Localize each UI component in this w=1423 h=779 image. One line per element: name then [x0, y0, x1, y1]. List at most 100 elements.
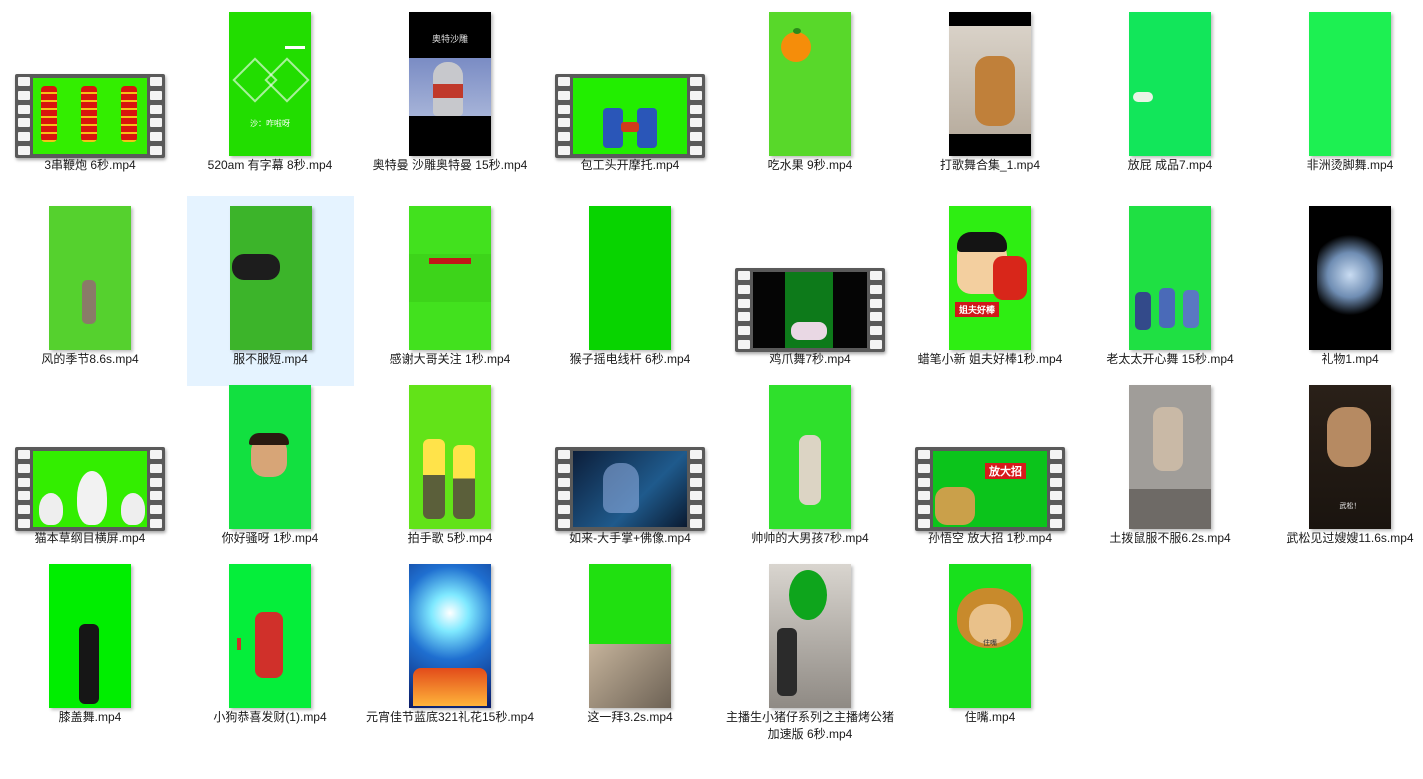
file-thumbnail: 姐夫好棒 [900, 200, 1080, 350]
file-name: 小狗恭喜发财(1).mp4 [213, 710, 327, 724]
file-name: 土拨鼠服不服6.2s.mp4 [1109, 531, 1231, 545]
caption-text: 放大招 [985, 463, 1026, 479]
file-thumbnail [0, 558, 180, 708]
film-strip-icon: 放大招 [915, 447, 1065, 531]
file-item[interactable]: 猫本草纲目横屏.mp4 [0, 375, 180, 565]
file-item[interactable]: 主播生小猪仔系列之主播烤公猪加速版 6秒.mp4 [720, 554, 900, 744]
file-item[interactable]: 吃水果 9秒.mp4 [720, 2, 900, 192]
file-thumbnail [360, 558, 540, 708]
file-item[interactable]: 土拨鼠服不服6.2s.mp4 [1080, 375, 1260, 565]
file-thumbnail [720, 6, 900, 156]
file-grid: 3串鞭炮 6秒.mp4 沙：咋啦呀 520am 有字幕 8秒.mp4 奥特沙雕 … [0, 0, 1423, 779]
file-thumbnail [180, 558, 360, 708]
file-name: 打歌舞合集_1.mp4 [939, 158, 1041, 172]
file-name: 元宵佳节蓝底321礼花15秒.mp4 [365, 710, 535, 724]
file-thumbnail [0, 6, 180, 158]
file-thumbnail [720, 200, 900, 352]
file-item[interactable]: 奥特沙雕 奥特曼 沙雕奥特曼 15秒.mp4 [360, 2, 540, 192]
file-name: 这一拜3.2s.mp4 [587, 710, 673, 724]
file-item[interactable]: 风的季节8.6s.mp4 [0, 196, 180, 386]
file-name: 老太太开心舞 15秒.mp4 [1106, 352, 1234, 366]
file-name: 如来-大手掌+佛像.mp4 [569, 531, 691, 545]
file-item[interactable]: 你好骚呀 1秒.mp4 [180, 375, 360, 565]
file-item[interactable]: 非洲烫脚舞.mp4 [1260, 2, 1423, 192]
file-thumbnail [0, 379, 180, 531]
file-thumbnail [540, 200, 720, 350]
file-name: 拍手歌 5秒.mp4 [407, 531, 493, 545]
file-thumbnail: 放大招 [900, 379, 1080, 531]
file-thumbnail [0, 200, 180, 350]
file-item[interactable]: 包工头开摩托.mp4 [540, 2, 720, 192]
file-name: 武松见过嫂嫂11.6s.mp4 [1286, 531, 1414, 545]
file-item[interactable]: 猴子摇电线杆 6秒.mp4 [540, 196, 720, 386]
file-name: 吃水果 9秒.mp4 [767, 158, 853, 172]
file-item[interactable]: 小狗恭喜发财(1).mp4 [180, 554, 360, 744]
file-item[interactable]: 如来-大手掌+佛像.mp4 [540, 375, 720, 565]
film-strip-icon [555, 447, 705, 531]
file-name: 猫本草纲目横屏.mp4 [34, 531, 146, 545]
file-name: 服不服短.mp4 [233, 352, 308, 366]
file-thumbnail [1080, 200, 1260, 350]
film-strip-icon [555, 74, 705, 158]
file-name: 蜡笔小新 姐夫好棒1秒.mp4 [917, 352, 1063, 366]
file-item[interactable]: 礼物1.mp4 [1260, 196, 1423, 386]
file-item[interactable]: 鸡爪舞7秒.mp4 [720, 196, 900, 386]
subtitle-text: 沙：咋啦呀 [250, 119, 290, 128]
file-item[interactable]: 帅帅的大男孩7秒.mp4 [720, 375, 900, 565]
file-thumbnail [900, 6, 1080, 156]
file-name: 主播生小猪仔系列之主播烤公猪加速版 6秒.mp4 [725, 710, 894, 741]
file-item[interactable]: 放屁 成品7.mp4 [1080, 2, 1260, 192]
file-item[interactable]: 这一拜3.2s.mp4 [540, 554, 720, 744]
file-name: 放屁 成品7.mp4 [1127, 158, 1213, 172]
file-item[interactable]: 膝盖舞.mp4 [0, 554, 180, 744]
file-name: 风的季节8.6s.mp4 [41, 352, 139, 366]
file-name: 你好骚呀 1秒.mp4 [221, 531, 319, 545]
file-thumbnail [187, 200, 354, 350]
file-thumbnail [1080, 6, 1260, 156]
file-name: 520am 有字幕 8秒.mp4 [207, 158, 333, 172]
file-name: 住嘴.mp4 [964, 710, 1016, 724]
file-item[interactable]: 姐夫好棒 蜡笔小新 姐夫好棒1秒.mp4 [900, 196, 1080, 386]
file-item[interactable]: 住嘴 住嘴.mp4 [900, 554, 1080, 744]
file-item[interactable]: 服不服短.mp4 [187, 196, 354, 386]
file-name: 非洲烫脚舞.mp4 [1306, 158, 1394, 172]
file-name: 猴子摇电线杆 6秒.mp4 [569, 352, 691, 366]
file-thumbnail [360, 200, 540, 350]
file-thumbnail [1080, 379, 1260, 529]
file-name: 奥特曼 沙雕奥特曼 15秒.mp4 [372, 158, 528, 172]
caption-text: 姐夫好棒 [955, 302, 1000, 317]
file-thumbnail [1260, 200, 1423, 350]
file-name: 感谢大哥关注 1秒.mp4 [389, 352, 511, 366]
file-item[interactable]: 3串鞭炮 6秒.mp4 [0, 2, 180, 192]
file-thumbnail [540, 379, 720, 531]
file-item[interactable]: 武松！ 武松见过嫂嫂11.6s.mp4 [1260, 375, 1423, 565]
film-strip-icon [15, 74, 165, 158]
file-name: 孙悟空 放大招 1秒.mp4 [927, 531, 1053, 545]
file-thumbnail [540, 558, 720, 708]
file-thumbnail: 住嘴 [900, 558, 1080, 708]
file-item[interactable]: 沙：咋啦呀 520am 有字幕 8秒.mp4 [180, 2, 360, 192]
file-item[interactable]: 拍手歌 5秒.mp4 [360, 375, 540, 565]
subtitle-text: 武松！ [1339, 503, 1361, 510]
file-thumbnail [720, 558, 900, 708]
file-thumbnail: 奥特沙雕 [360, 6, 540, 156]
file-name: 包工头开摩托.mp4 [580, 158, 680, 172]
film-strip-icon [735, 268, 885, 352]
file-name: 膝盖舞.mp4 [58, 710, 122, 724]
file-item[interactable]: 元宵佳节蓝底321礼花15秒.mp4 [360, 554, 540, 744]
file-thumbnail [180, 379, 360, 529]
file-name: 帅帅的大男孩7秒.mp4 [751, 531, 869, 545]
file-thumbnail: 武松！ [1260, 379, 1423, 529]
file-thumbnail: 沙：咋啦呀 [180, 6, 360, 156]
film-strip-icon [15, 447, 165, 531]
file-item[interactable]: 老太太开心舞 15秒.mp4 [1080, 196, 1260, 386]
file-name: 鸡爪舞7秒.mp4 [769, 352, 851, 366]
file-item[interactable]: 感谢大哥关注 1秒.mp4 [360, 196, 540, 386]
subtitle-text: 住嘴 [983, 640, 997, 647]
file-name: 3串鞭炮 6秒.mp4 [44, 158, 136, 172]
file-item[interactable]: 打歌舞合集_1.mp4 [900, 2, 1080, 192]
title-text: 奥特沙雕 [431, 34, 468, 44]
file-name: 礼物1.mp4 [1321, 352, 1379, 366]
file-thumbnail [360, 379, 540, 529]
file-item[interactable]: 放大招 孙悟空 放大招 1秒.mp4 [900, 375, 1080, 565]
